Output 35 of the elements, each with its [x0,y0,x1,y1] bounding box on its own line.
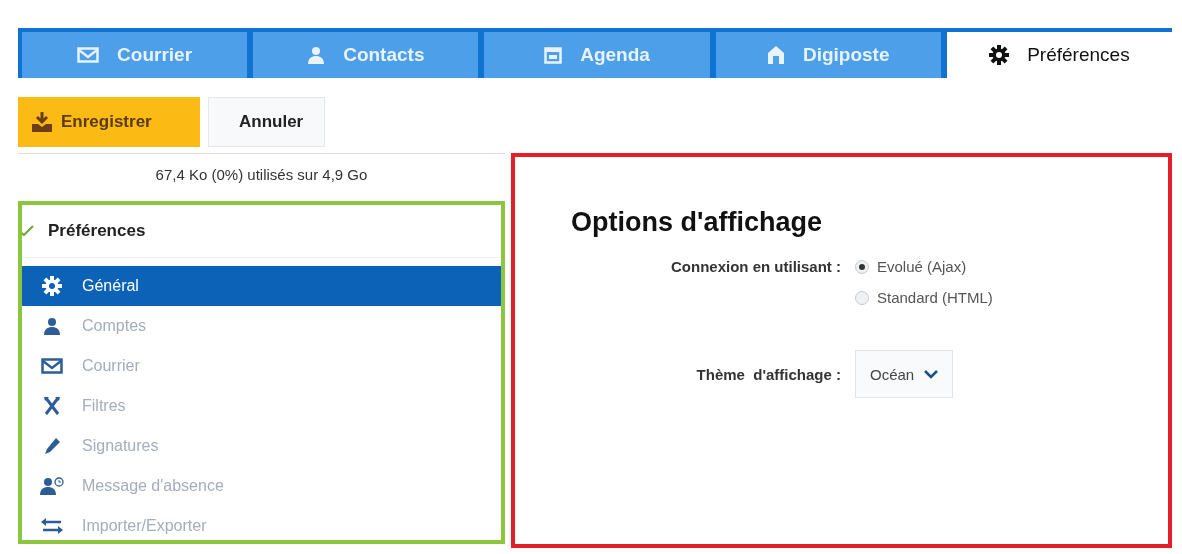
sidebar-item[interactable]: Filtres [22,386,501,426]
radio-option[interactable]: Evolué (Ajax) [855,258,1168,275]
sidebar-item[interactable]: Importer/Exporter [22,506,501,540]
storage-usage-text: 67,4 Ko (0%) utilisés sur 4,9 Go [18,153,505,193]
settings-icon [989,45,1010,65]
download-icon [31,112,53,132]
person-icon [307,46,326,64]
swap-arrows-icon [40,518,64,534]
sidebar-item[interactable]: Courrier [22,346,501,386]
radio-button[interactable] [855,259,869,274]
field-label: Thème d'affichage : [695,365,841,383]
chevron-down-icon [924,369,939,379]
sidebar-item[interactable]: Signatures [22,426,501,466]
field-label: Connexion en utilisant : [670,258,841,275]
calendar-icon [544,46,563,64]
tab[interactable]: Courrier [22,32,248,78]
section-title: Préférences [48,221,146,241]
person-clock-icon [40,477,64,495]
tab[interactable]: Contacts [253,32,479,78]
tab[interactable]: Digiposte [715,32,941,78]
save-button[interactable]: Enregistrer [18,97,200,147]
tab[interactable]: Agenda [484,32,710,78]
sidebar-item[interactable]: Général [22,266,501,306]
settings-icon [40,276,64,296]
house-icon [766,45,785,65]
radio-option[interactable]: Standard (HTML) [855,289,1168,306]
radio-button[interactable] [855,290,869,305]
panel-title: Options d'affichage [571,207,822,238]
sidebar-item[interactable]: Message d'absence [22,466,501,506]
theme-dropdown[interactable]: Océan [855,350,954,398]
tab[interactable]: Préférences [946,32,1172,78]
sidebar-item[interactable]: Comptes [22,306,501,346]
cancel-button[interactable]: Annuler [208,97,325,147]
envelope-icon [77,47,100,63]
envelope-icon [40,358,64,374]
